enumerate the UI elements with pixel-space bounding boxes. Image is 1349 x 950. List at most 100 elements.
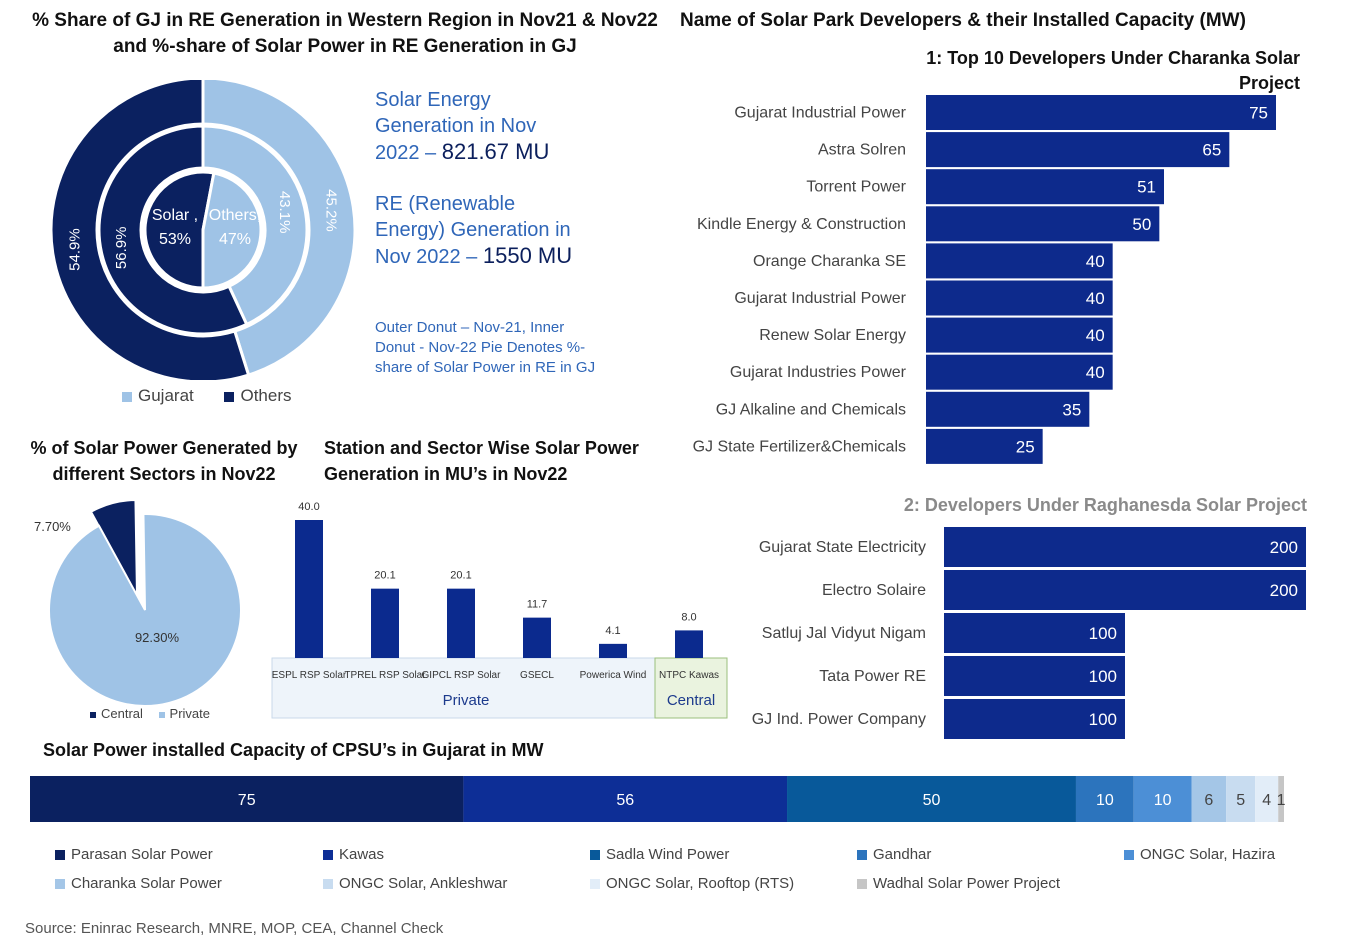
developer-bar	[926, 354, 1113, 390]
station-bar	[599, 643, 627, 658]
cpsu-legend-label: ONGC Solar, Ankleshwar	[339, 875, 508, 892]
donut-legend: Gujarat Others	[122, 386, 292, 406]
cpsu-legend-swatch	[857, 850, 867, 861]
developer-name-label: Gujarat Industrial Power	[734, 105, 906, 122]
solar-pie-label-others: Others,	[209, 207, 261, 224]
station-bar	[523, 617, 551, 658]
sector-label-private: 92.30%	[135, 630, 180, 645]
station-bar	[371, 588, 399, 658]
developer-bar-value: 35	[1062, 400, 1081, 419]
cpsu-legend-item: Charanka Solar Power	[55, 875, 222, 892]
cpsu-legend-swatch	[55, 879, 65, 890]
developer-name-label: Astra Solren	[818, 142, 906, 159]
station-bar-value: 4.1	[605, 625, 620, 637]
developer-name-label: Kindle Energy & Construction	[697, 216, 906, 233]
developer-bar	[926, 132, 1230, 168]
cpsu-legend-label: Gandhar	[873, 846, 932, 863]
cpsu-legend-swatch	[323, 850, 333, 861]
donut-chart: 45.2% 54.9% 43.1% 56.9% Solar , 53% Others, 47%	[49, 80, 357, 380]
outer-donut-label-gujarat: 45.2%	[323, 189, 340, 232]
cpsu-segment-value: 4	[1262, 792, 1271, 809]
legend-central: Central	[101, 706, 143, 721]
developer-bar	[926, 169, 1164, 205]
developer-bar-value: 75	[1249, 104, 1268, 123]
raghanesda-subtitle: 2: Developers Under Raghanesda Solar Pro…	[903, 495, 1307, 515]
developer-bar-value: 100	[1089, 710, 1117, 729]
cpsu-segment-value: 50	[923, 792, 941, 809]
station-tick-label: GSECL	[520, 670, 554, 681]
developer-bar-value: 100	[1089, 667, 1117, 686]
inner-donut-label-others: 56.9%	[113, 227, 130, 270]
sector-pie-title: % of Solar Power Generated by different …	[30, 438, 298, 484]
cpsu-legend-item: Kawas	[323, 846, 384, 863]
cpsu-segment-value: 56	[616, 792, 634, 809]
developer-bar-value: 40	[1086, 363, 1105, 382]
cpsu-segment-value: 6	[1204, 792, 1213, 809]
station-bar-value: 20.1	[450, 570, 471, 582]
cpsu-legend-swatch	[590, 879, 600, 890]
developer-bar	[926, 206, 1160, 242]
charanka-bar-chart: 75 Gujarat Industrial Power 65 Astra Solren…	[693, 95, 1276, 464]
developer-name-label: Orange Charanka SE	[753, 253, 906, 270]
developer-bar-value: 200	[1270, 581, 1298, 600]
solar-pie-value-others: 47%	[219, 231, 251, 248]
cpsu-legend-label: Parasan Solar Power	[71, 846, 213, 863]
re-generation-text: RE (Renewable Energy) Generation in Nov …	[375, 191, 575, 270]
station-bar-value: 11.7	[527, 599, 548, 611]
developer-bar-value: 25	[1016, 437, 1035, 456]
solar-pie-value-solar: 53%	[159, 231, 191, 248]
station-bar-value: 40.0	[298, 501, 319, 513]
developer-name-label: Gujarat State Electricity	[759, 539, 926, 556]
cpsu-legend-label: Sadla Wind Power	[606, 846, 730, 863]
source-note: Source: Eninrac Research, MNRE, MOP, CEA…	[25, 920, 444, 937]
station-tick-label: GIPCL RSP Solar	[422, 670, 502, 681]
station-bar	[295, 520, 323, 658]
developer-bar-value: 40	[1086, 252, 1105, 271]
developer-name-label: Renew Solar Energy	[759, 327, 906, 344]
sector-legend: Central Private	[90, 706, 210, 721]
sector-label-central: 7.70%	[34, 519, 71, 534]
station-tick-label: Powerica Wind	[580, 670, 647, 681]
station-tick-label: ESPL RSP Solar	[272, 670, 347, 681]
developer-name-label: GJ Ind. Power Company	[752, 711, 926, 728]
developers-title: Name of Solar Park Developers & their In…	[680, 10, 1246, 31]
developer-bar	[944, 527, 1306, 567]
re-generation-value: 1550 MU	[482, 243, 573, 268]
solar-generation-text: Solar Energy Generation in Nov 2022 – 82…	[375, 87, 575, 166]
station-bar-value: 20.1	[374, 570, 395, 582]
cpsu-legend-swatch	[1124, 850, 1134, 861]
cpsu-legend-label: Wadhal Solar Power Project	[873, 875, 1061, 892]
station-tick-label: TPREL RSP Solar	[344, 670, 426, 681]
private-group-box	[271, 657, 656, 719]
cpsu-segment-value: 10	[1096, 792, 1114, 809]
cpsu-legend-item: Gandhar	[857, 846, 931, 863]
solar-pie-label-solar: Solar ,	[152, 207, 198, 224]
developer-bar-value: 50	[1132, 215, 1151, 234]
solar-generation-value: 821.67 MU	[441, 139, 550, 164]
developer-bar-value: 100	[1089, 624, 1117, 643]
cpsu-chart-title: Solar Power installed Capacity of CPSU’s…	[43, 740, 544, 760]
developer-bar	[926, 280, 1113, 316]
sector-pie-private	[48, 513, 242, 707]
developer-name-label: GJ State Fertilizer&Chemicals	[693, 438, 906, 455]
cpsu-legend-item: Parasan Solar Power	[55, 846, 213, 863]
cpsu-legend-item: ONGC Solar, Hazira	[1124, 846, 1275, 863]
developer-name-label: Gujarat Industries Power	[730, 364, 907, 381]
cpsu-segment-value: 1	[1277, 792, 1286, 809]
legend-private: Private	[169, 706, 211, 721]
developer-name-label: Satluj Jal Vidyut Nigam	[762, 625, 926, 642]
legend-swatch-central	[90, 711, 96, 718]
cpsu-segment-value: 75	[238, 792, 256, 809]
developer-bar-value: 40	[1086, 326, 1105, 345]
cpsu-legend-label: Charanka Solar Power	[71, 875, 222, 892]
developer-bar-value: 65	[1202, 141, 1221, 160]
cpsu-stacked-bar: 75 56 50 10 10 6 5 4 1	[30, 776, 1286, 822]
inner-donut-label-gujarat: 43.1%	[276, 191, 293, 234]
developer-name-label: Electro Solaire	[822, 582, 926, 599]
donut-note: Outer Donut – Nov-21, Inner Donut - Nov-…	[375, 319, 596, 376]
cpsu-legend-swatch	[590, 850, 600, 861]
legend-gujarat: Gujarat	[138, 386, 194, 405]
cpsu-legend-label: ONGC Solar, Hazira	[1140, 846, 1276, 863]
cpsu-legend-swatch	[323, 879, 333, 890]
cpsu-legend-label: Kawas	[339, 846, 385, 863]
